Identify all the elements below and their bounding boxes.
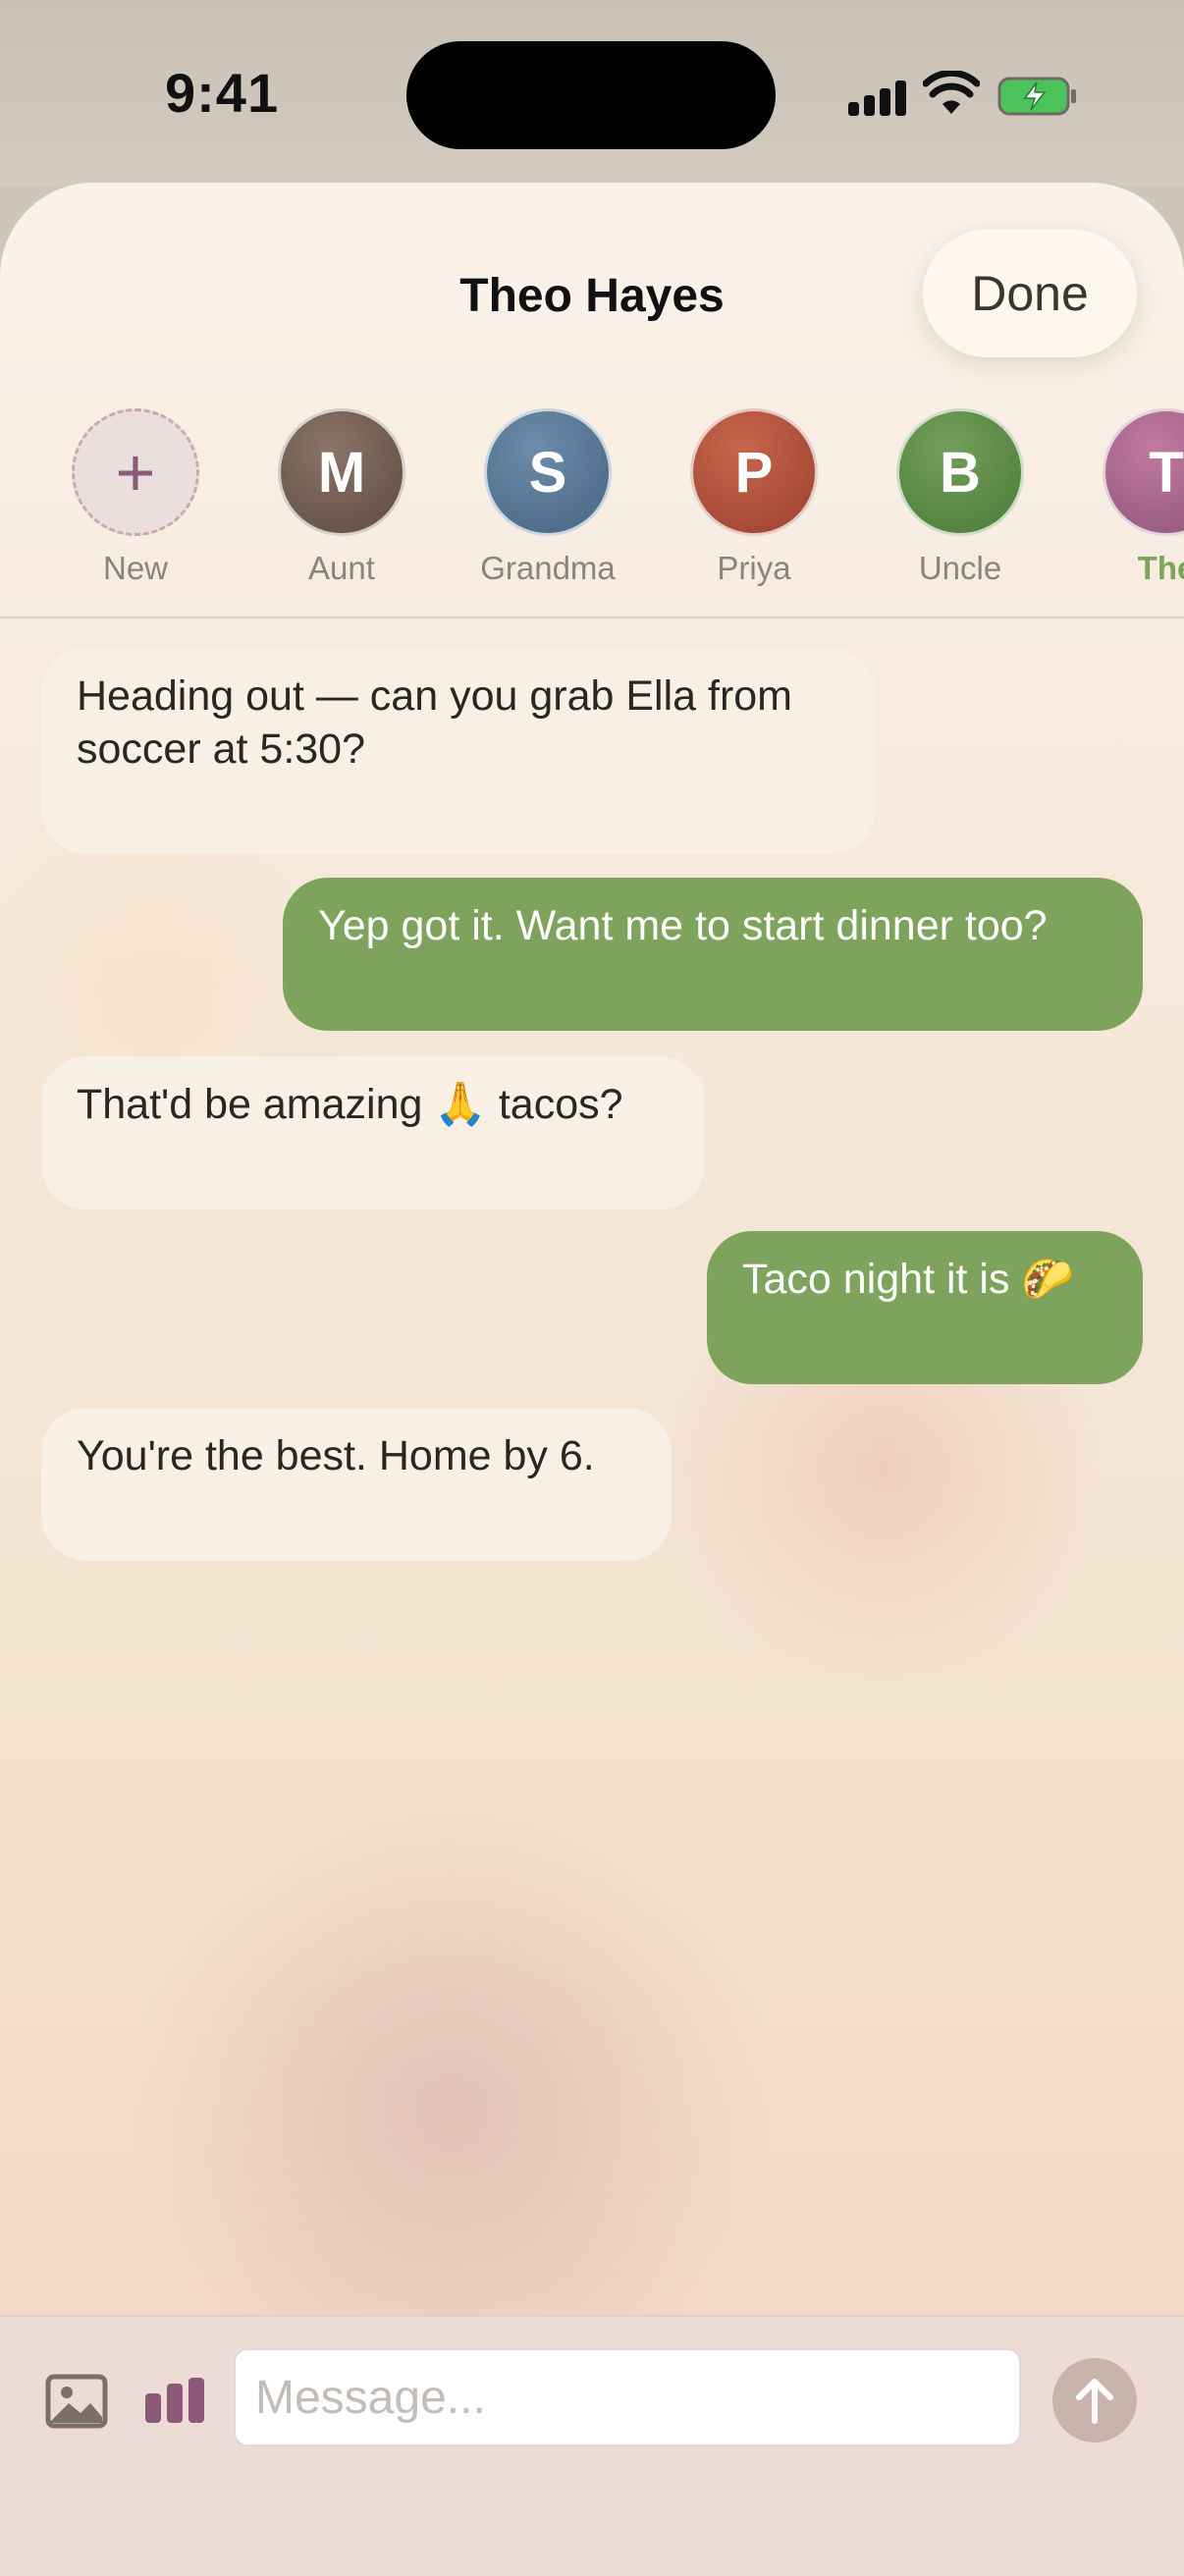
send-button[interactable] (1052, 2358, 1137, 2442)
message-input[interactable] (234, 2348, 1021, 2446)
contact-label: New (102, 550, 169, 586)
contact-label: Grandma (480, 550, 616, 586)
photo-icon[interactable] (45, 2374, 108, 2429)
battery-charging-icon (997, 77, 1076, 116)
message-bubble-incoming: Heading out — can you grab Ella from soc… (41, 648, 876, 854)
message-composer (0, 2315, 1184, 2576)
contact-new[interactable]: + New (47, 408, 224, 587)
avatar: B (896, 408, 1024, 536)
message-bubble-outgoing: Taco night it is 🌮 (707, 1231, 1143, 1384)
contact-label: Priya (717, 550, 791, 586)
arrow-up-icon (1076, 2379, 1113, 2424)
contact-aunt[interactable]: M Aunt (253, 408, 430, 587)
contact-grandma[interactable]: S Grandma (459, 408, 636, 587)
message-bubble-incoming: You're the best. Home by 6. (41, 1408, 672, 1561)
status-time: 9:41 (165, 62, 280, 124)
contact-picker: + New M Aunt S Grandma P Priya B Uncle T… (0, 408, 1184, 615)
dynamic-island (406, 41, 776, 149)
avatar: T (1103, 408, 1184, 536)
contact-label: The (1137, 550, 1184, 586)
status-bar: 9:41 (0, 0, 1184, 187)
plus-icon: + (72, 408, 199, 536)
conversation-sheet: Theo Hayes Done + New M Aunt S Grandma P… (0, 183, 1184, 2574)
message-bubble-incoming: That'd be amazing 🙏 tacos? (41, 1056, 705, 1209)
bar-chart-icon[interactable] (145, 2376, 206, 2423)
contact-theo[interactable]: T The (1078, 408, 1184, 587)
contact-uncle[interactable]: B Uncle (872, 408, 1049, 587)
wifi-icon (923, 71, 980, 114)
message-bubble-outgoing: Yep got it. Want me to start dinner too? (283, 878, 1143, 1031)
avatar: S (484, 408, 612, 536)
avatar: M (278, 408, 405, 536)
contact-priya[interactable]: P Priya (666, 408, 842, 587)
contact-label: Aunt (308, 550, 375, 586)
cellular-signal-icon (848, 80, 907, 116)
done-button[interactable]: Done (923, 230, 1137, 357)
avatar: P (690, 408, 818, 536)
divider (0, 617, 1184, 618)
contact-label: Uncle (918, 550, 1002, 586)
